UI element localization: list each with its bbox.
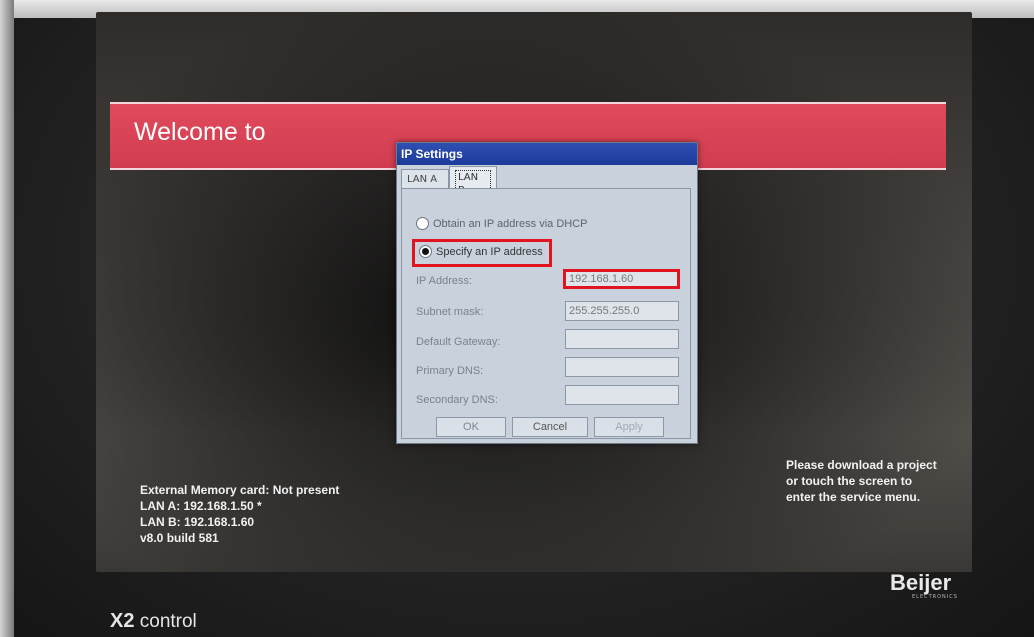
dhcp-radio[interactable]: Obtain an IP address via DHCP <box>416 215 587 233</box>
dialog-title: IP Settings <box>397 143 697 165</box>
tab-lan-a[interactable]: LAN A <box>401 169 449 188</box>
version-info: v8.0 build 581 <box>140 531 219 545</box>
subnet-mask-input[interactable]: 255.255.255.0 <box>565 301 679 321</box>
service-hint-line: Please download a project <box>786 458 937 472</box>
ip-address-input[interactable]: 192.168.1.60 <box>563 269 680 289</box>
memory-card-status: External Memory card: Not present <box>140 483 340 497</box>
tab-lan-b[interactable]: LAN B <box>449 166 497 198</box>
subnet-mask-label: Subnet mask: <box>416 306 484 318</box>
ip-address-label: IP Address: <box>416 275 473 287</box>
primary-dns-input[interactable] <box>565 357 679 377</box>
radio-checked-icon <box>419 244 432 258</box>
default-gateway-input[interactable] <box>565 329 679 349</box>
dhcp-radio-label: Obtain an IP address via DHCP <box>433 218 588 230</box>
apply-button[interactable]: Apply <box>594 417 664 437</box>
brand-subtitle: ELECTRONICS <box>912 594 958 600</box>
welcome-text: Welcome to <box>134 118 266 146</box>
secondary-dns-input[interactable] <box>565 385 679 405</box>
model-label: X2 control <box>110 610 197 633</box>
model-bold: X2 <box>110 610 135 632</box>
hmi-screen[interactable]: Welcome to External Memory card: Not pre… <box>96 12 972 572</box>
service-hint-line: or touch the screen to <box>786 474 913 488</box>
radio-unchecked-icon <box>416 216 429 230</box>
service-hint-line: enter the service menu. <box>786 490 921 504</box>
ip-settings-dialog: IP Settings LAN A LAN B Obtain an IP add… <box>396 142 698 444</box>
brand-logo: Beijer <box>890 570 952 595</box>
secondary-dns-label: Secondary DNS: <box>416 394 498 406</box>
device-left-edge <box>0 0 14 637</box>
system-info: External Memory card: Not present LAN A:… <box>140 482 339 546</box>
ok-button[interactable]: OK <box>436 417 506 437</box>
default-gateway-label: Default Gateway: <box>416 336 501 348</box>
specify-ip-radio[interactable]: Specify an IP address <box>412 239 552 267</box>
tab-panel: Obtain an IP address via DHCP Specify an… <box>401 188 691 439</box>
lan-a-address: LAN A: 192.168.1.50 * <box>140 499 262 513</box>
cancel-button[interactable]: Cancel <box>512 417 588 437</box>
service-hint: Please download a project or touch the s… <box>786 457 966 505</box>
model-rest: control <box>134 611 197 632</box>
lan-b-address: LAN B: 192.168.1.60 <box>140 515 255 529</box>
primary-dns-label: Primary DNS: <box>416 365 484 377</box>
specify-ip-radio-label: Specify an IP address <box>436 246 543 258</box>
